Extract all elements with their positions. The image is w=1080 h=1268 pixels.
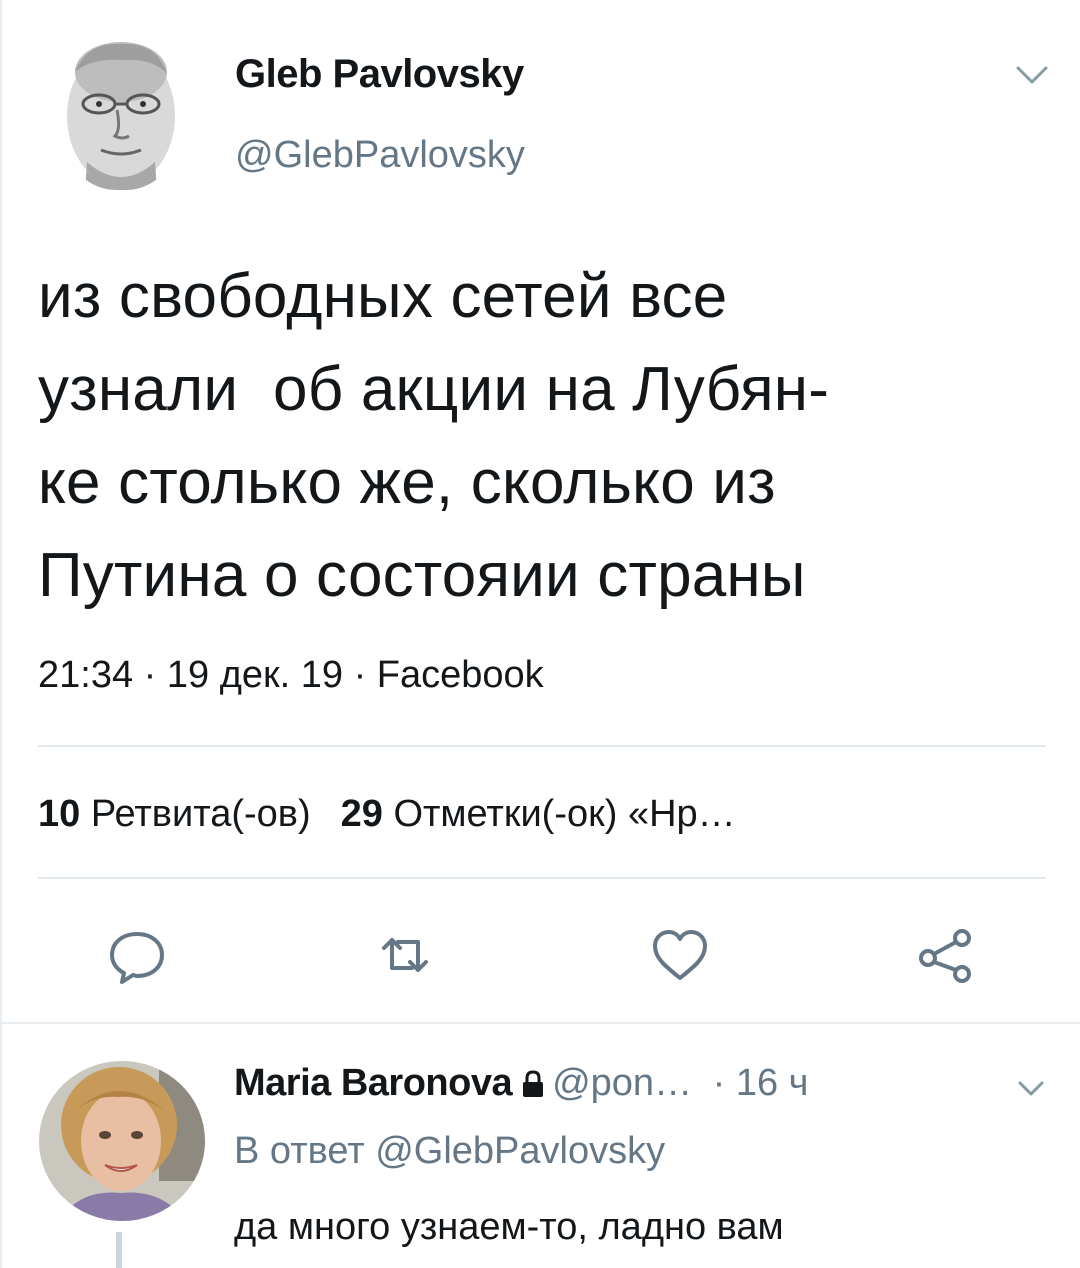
retweets-count: 10 <box>38 793 81 835</box>
tweet-time[interactable]: 21:34 <box>38 654 133 696</box>
reply-author-avatar[interactable] <box>39 1061 205 1221</box>
tweet-text: из свободных сетей все узнали об акции н… <box>38 262 830 610</box>
tweet-stats: 10 Ретвита(-ов) 29 Отметки(-ок) «Нр… <box>38 793 736 836</box>
reply-header: Maria Baronova @pon… · 16 ч <box>234 1062 808 1105</box>
retweets-label: Ретвита(-ов) <box>90 793 311 835</box>
likes-count: 29 <box>340 793 383 835</box>
author-avatar[interactable] <box>57 32 185 190</box>
author-photo <box>57 32 185 190</box>
chevron-down-icon[interactable] <box>1016 1078 1046 1100</box>
reply-context-prefix: В ответ <box>234 1130 365 1172</box>
share-icon[interactable] <box>910 920 980 990</box>
likes-label: Отметки(-ок) «Нр… <box>393 793 736 835</box>
reply-text: да много узнаем-то, ладно вам <box>234 1206 784 1248</box>
tweet-meta: 21:34 · 19 дек. 19 · Facebook <box>38 654 544 697</box>
like-heart-icon[interactable] <box>645 920 715 990</box>
reply-icon[interactable] <box>102 920 172 990</box>
meta-separator: · <box>133 654 167 696</box>
reply-author-handle[interactable]: @pon… <box>552 1062 692 1104</box>
divider <box>38 745 1046 747</box>
author-name[interactable]: Gleb Pavlovsky <box>235 52 524 97</box>
time-separator: · <box>702 1062 736 1104</box>
reply-author-photo <box>39 1061 205 1221</box>
thread-separator <box>2 1022 1080 1024</box>
likes-stat[interactable]: 29 Отметки(-ок) «Нр… <box>341 793 736 835</box>
tweet-detail-screen: Gleb Pavlovsky @GlebPavlovsky из свободн… <box>0 0 1080 1268</box>
reply-context: В ответ @GlebPavlovsky <box>234 1130 665 1173</box>
lock-icon <box>523 1070 544 1097</box>
reply-author-name[interactable]: Maria Baronova <box>234 1062 513 1104</box>
reply-context-handle[interactable]: @GlebPavlovsky <box>375 1130 665 1172</box>
reply-time[interactable]: 16 ч <box>736 1062 809 1104</box>
tweet-source[interactable]: Facebook <box>377 654 544 696</box>
retweets-stat[interactable]: 10 Ретвита(-ов) <box>38 793 311 835</box>
retweet-icon[interactable] <box>370 920 440 990</box>
meta-separator: · <box>343 654 377 696</box>
divider <box>38 877 1046 879</box>
chevron-down-icon[interactable] <box>1014 62 1050 88</box>
author-handle[interactable]: @GlebPavlovsky <box>235 134 525 177</box>
thread-line <box>116 1232 122 1268</box>
tweet-date[interactable]: 19 дек. 19 <box>167 654 343 696</box>
